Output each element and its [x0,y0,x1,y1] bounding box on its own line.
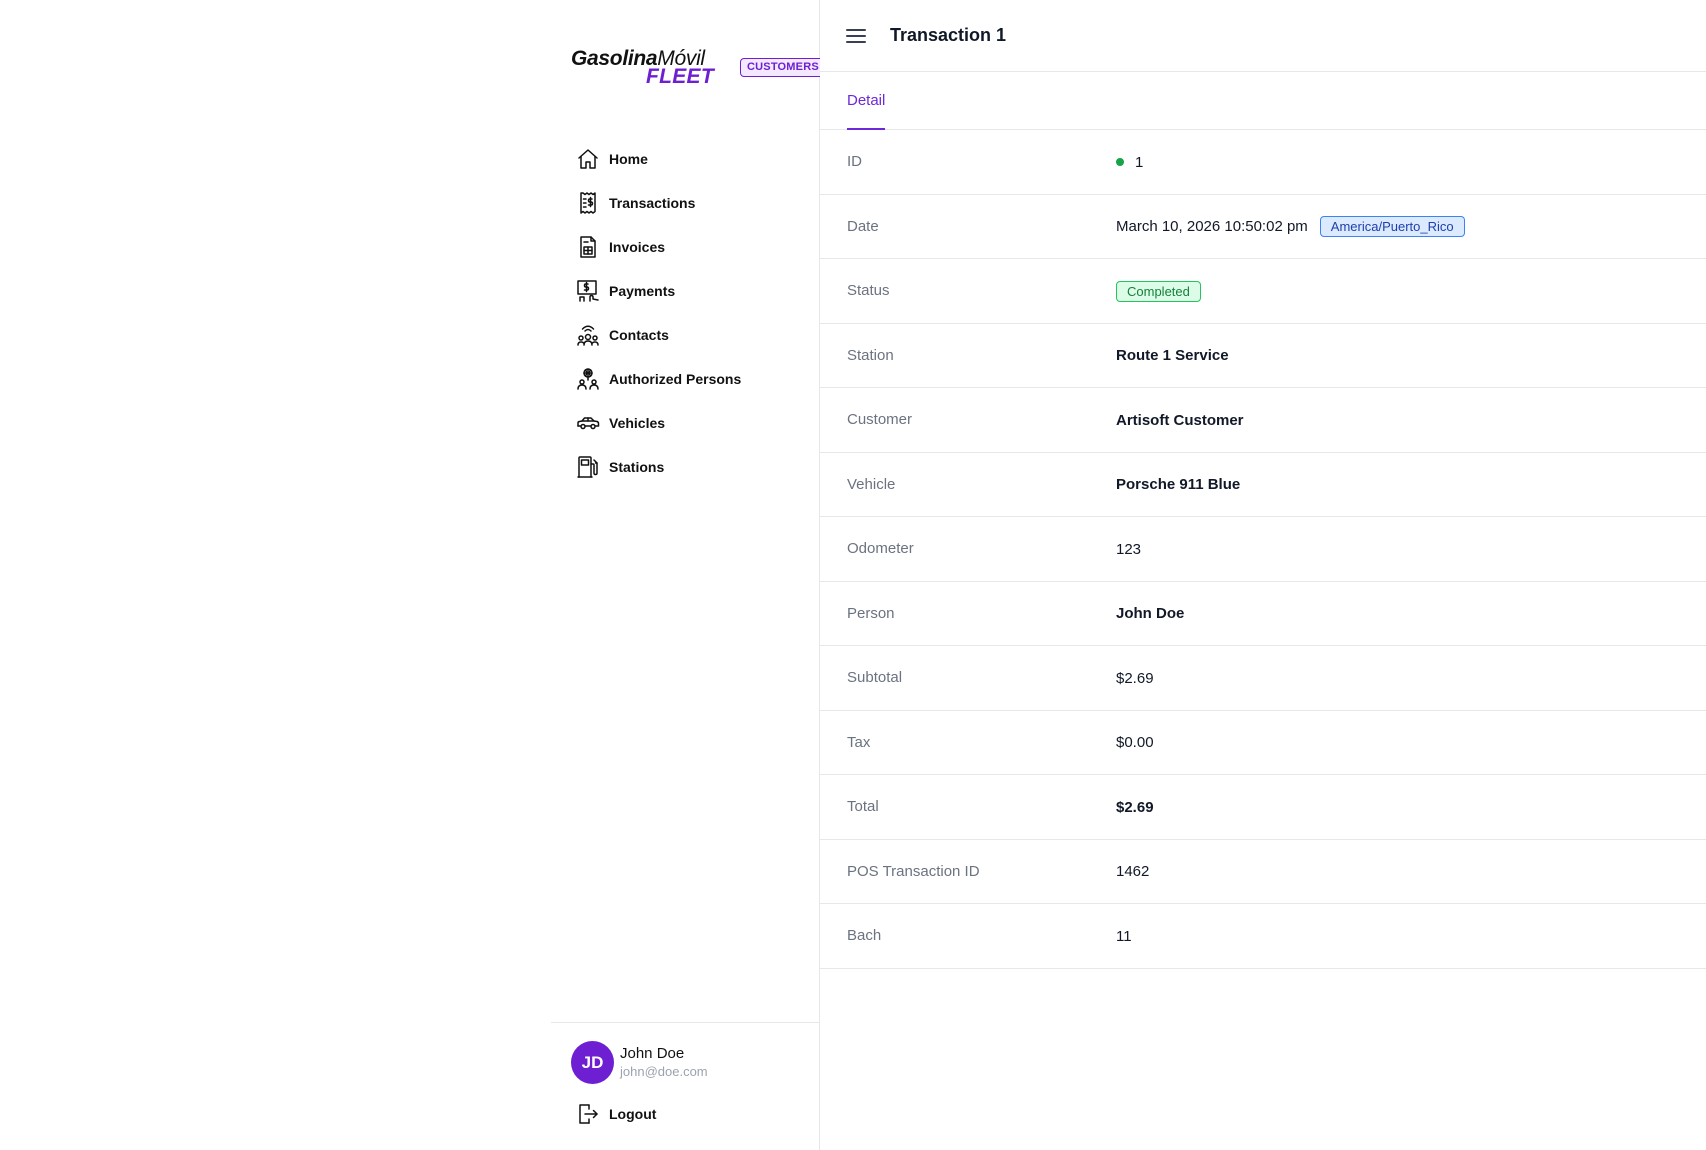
sidebar-item-label: Invoices [609,239,666,255]
person-link[interactable]: John Doe [1116,582,1184,646]
logout-icon [575,1101,601,1127]
sidebar: GasolinaMóvil FLEET CUSTOMERS Home Trans… [551,0,826,1150]
sidebar-item-contacts[interactable]: Contacts [575,313,805,357]
detail-row-customer: Customer Artisoft Customer [820,388,1706,453]
sidebar-item-payments[interactable]: Payments [575,269,805,313]
sidebar-item-label: Contacts [609,327,669,343]
detail-value-id: 1 [1116,130,1143,194]
id-value: 1 [1135,153,1144,171]
fuel-pump-icon [575,454,601,480]
detail-row-status: Status Completed [820,259,1706,324]
sidebar-item-label: Stations [609,459,665,475]
tax-value: $0.00 [1116,734,1154,751]
user-panel: JD John Doe john@doe.com Logout [551,1022,819,1150]
detail-list: ID 1 Date March 10, 2026 10:50:02 pm Ame… [820,130,1706,969]
detail-row-date: Date March 10, 2026 10:50:02 pm America/… [820,195,1706,259]
sidebar-item-label: Authorized Persons [609,371,742,387]
detail-row-person: Person John Doe [820,582,1706,646]
receipt-icon [575,190,601,216]
sidebar-item-label: Payments [609,283,676,299]
page-title: Transaction 1 [890,25,1007,45]
detail-row-pos-transaction-id: POS Transaction ID 1462 [820,840,1706,904]
detail-value-date: March 10, 2026 10:50:02 pm America/Puert… [1116,195,1465,259]
top-bar: Transaction 1 [820,0,1706,72]
detail-label: Bach [847,927,882,944]
sidebar-item-authorized-persons[interactable]: Authorized Persons [575,357,805,401]
station-link[interactable]: Route 1 Service [1116,324,1229,388]
detail-label: Status [847,282,890,299]
logout-button[interactable]: Logout [575,1099,656,1129]
detail-row-bach: Bach 11 [820,904,1706,969]
date-value: March 10, 2026 10:50:02 pm [1116,218,1308,235]
sidebar-item-stations[interactable]: Stations [575,445,805,489]
detail-row-station: Station Route 1 Service [820,324,1706,388]
detail-label: Person [847,604,895,622]
avatar[interactable]: JD [571,1041,614,1084]
sidebar-item-transactions[interactable]: Transactions [575,181,805,225]
tab-detail[interactable]: Detail [847,72,886,130]
subtotal-value: $2.69 [1116,669,1154,687]
tab-bar: Detail [820,72,1706,130]
logout-label: Logout [609,1106,657,1122]
detail-label: Odometer [847,540,914,557]
detail-label: Customer [847,411,913,428]
brand-sub: FLEET [646,65,714,88]
brand-logo[interactable]: GasolinaMóvil FLEET CUSTOMERS [571,46,826,90]
invoice-icon [575,234,601,260]
home-icon [575,146,601,172]
detail-label: POS Transaction ID [847,862,980,880]
detail-label: Tax [847,733,871,751]
timezone-badge: America/Puerto_Rico [1319,216,1465,237]
main-content: Transaction 1 Detail ID 1 Date March 10,… [820,0,1706,1150]
detail-label: Total [847,798,879,815]
detail-row-odometer: Odometer 123 [820,517,1706,582]
status-dot-icon [1116,158,1124,166]
detail-label: Station [847,346,894,364]
detail-row-tax: Tax $0.00 [820,711,1706,775]
sidebar-item-home[interactable]: Home [575,137,805,181]
bach-value: 11 [1116,927,1132,945]
status-badge: Completed [1116,280,1201,302]
car-icon [575,410,601,436]
sidebar-item-label: Home [609,151,648,167]
detail-label: Vehicle [847,475,896,493]
detail-row-subtotal: Subtotal $2.69 [820,646,1706,711]
detail-row-id: ID 1 [820,130,1706,195]
total-value: $2.69 [1116,798,1154,816]
payment-icon [575,278,601,304]
odometer-value: 123 [1116,540,1142,558]
detail-value-status: Completed [1116,259,1201,323]
detail-row-vehicle: Vehicle Porsche 911 Blue [820,453,1706,517]
contacts-icon [575,322,601,348]
sidebar-item-vehicles[interactable]: Vehicles [575,401,805,445]
customer-link[interactable]: Artisoft Customer [1116,388,1244,452]
sidebar-item-label: Vehicles [609,415,666,431]
authorized-persons-icon [575,366,601,392]
detail-row-total: Total $2.69 [820,775,1706,840]
detail-label: ID [847,153,862,170]
detail-label: Date [847,217,879,235]
sidebar-item-invoices[interactable]: Invoices [575,225,805,269]
brand-badge: CUSTOMERS [740,58,826,77]
detail-label: Subtotal [847,669,903,686]
hamburger-menu-icon[interactable] [846,24,870,48]
user-name: John Doe [620,1045,685,1062]
sidebar-item-label: Transactions [609,195,696,211]
user-email: john@doe.com [620,1064,708,1079]
brand-name-part1: Gasolina [571,47,658,70]
vehicle-link[interactable]: Porsche 911 Blue [1116,453,1240,517]
sidebar-nav: Home Transactions Invoices Payments Cont… [575,137,805,489]
pos-transaction-id-value: 1462 [1116,863,1150,880]
